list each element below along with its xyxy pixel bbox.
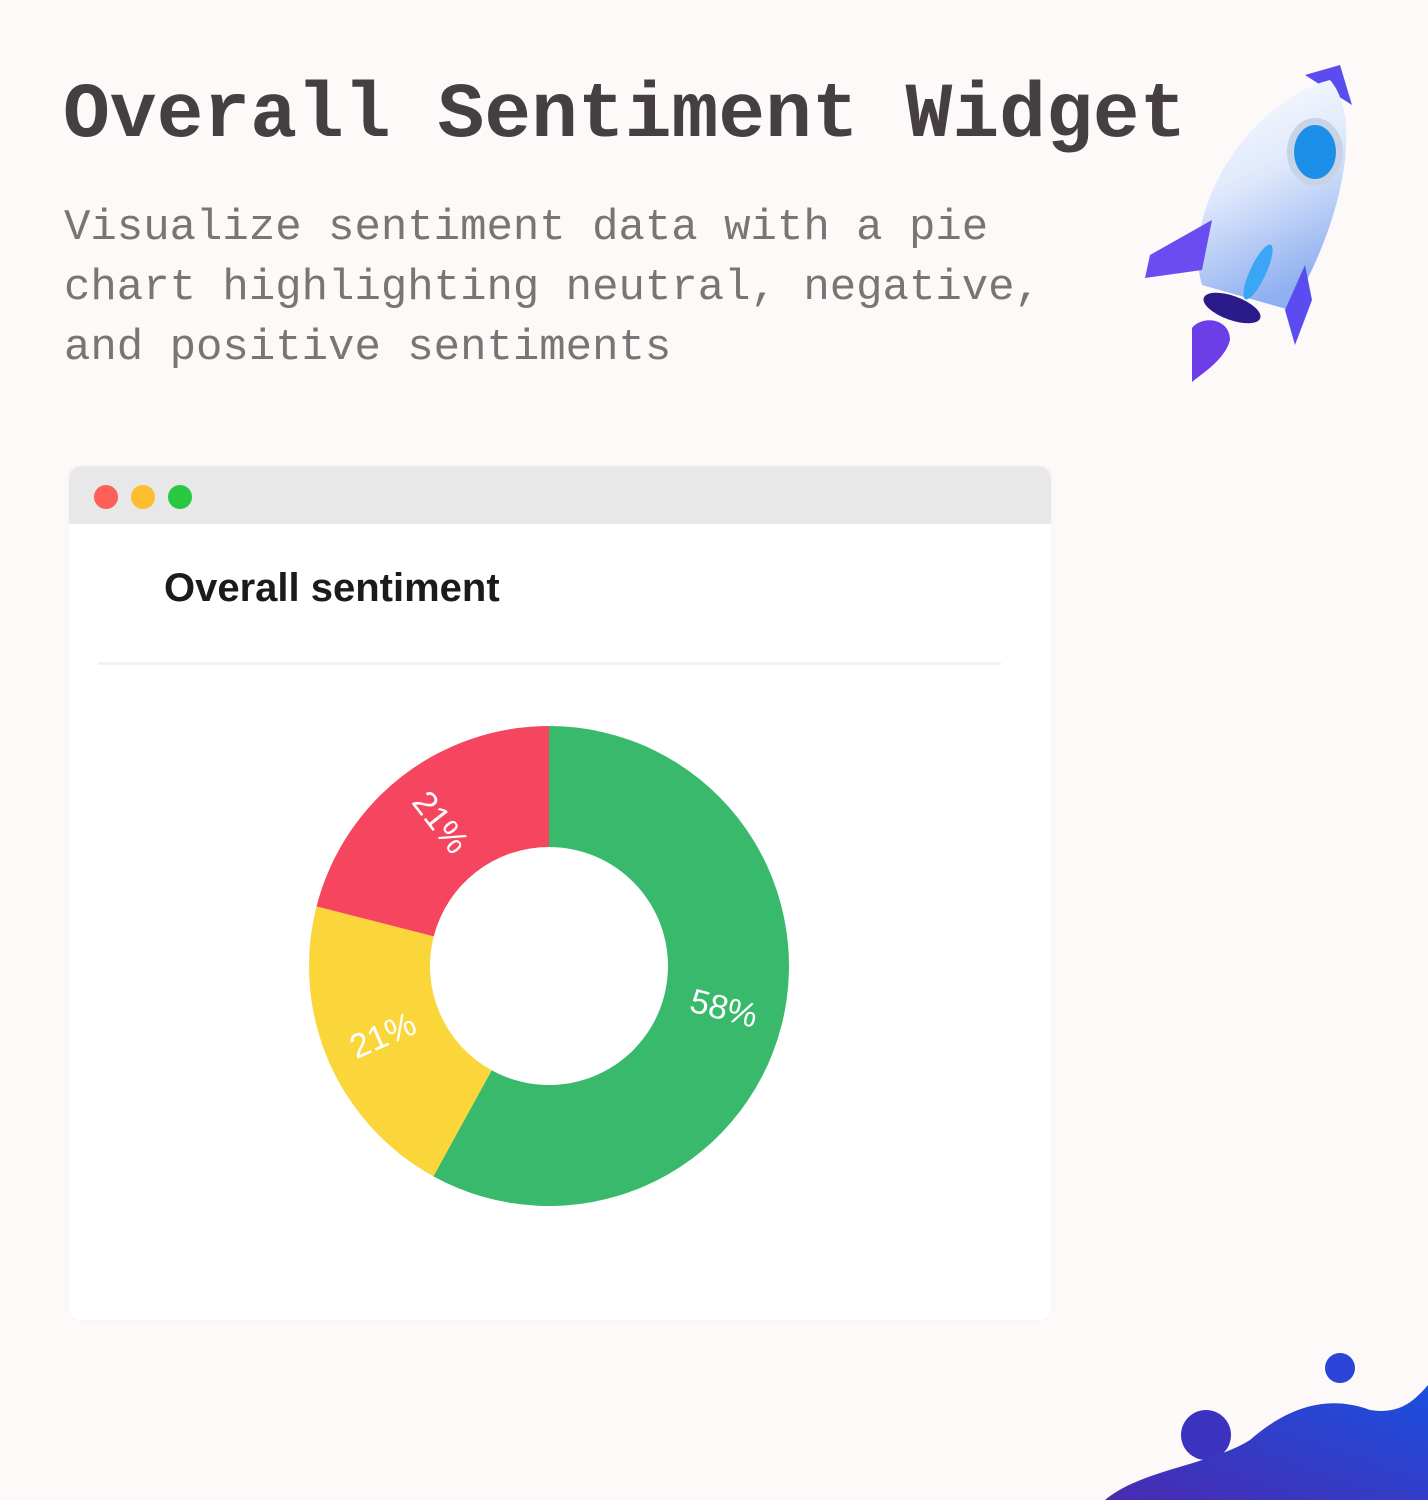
blob-decoration — [1105, 1353, 1428, 1500]
widget-window: Overall sentiment 58% 21% 21% — [69, 466, 1051, 1320]
donut-chart: 58%21%21% — [309, 726, 789, 1206]
rocket-icon — [1145, 65, 1352, 382]
page-subtitle: Visualize sentiment data with a pie char… — [64, 203, 1041, 373]
page-title: Overall Sentiment Widget — [63, 72, 1187, 160]
